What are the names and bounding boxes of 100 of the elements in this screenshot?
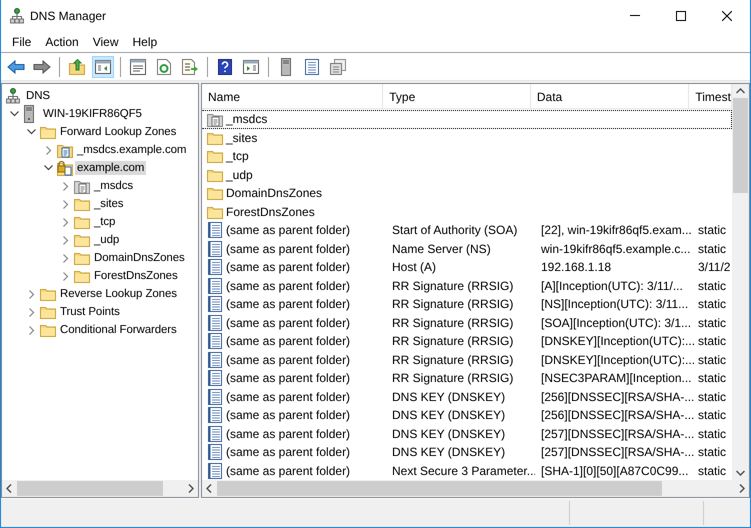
folder-icon: [74, 233, 90, 247]
scroll-down-icon[interactable]: [736, 470, 745, 476]
expand-chevron-icon[interactable]: [46, 146, 52, 154]
tree-item[interactable]: _msdcs: [92, 179, 136, 193]
table-cell[interactable]: (same as parent folder): [226, 390, 350, 404]
table-cell: RR Signature (RRSIG): [392, 278, 514, 293]
expand-chevron-icon[interactable]: [28, 290, 34, 298]
tree-item[interactable]: Forward Lookup Zones: [58, 125, 178, 139]
scroll-up-icon[interactable]: [736, 88, 745, 94]
table-cell: static: [698, 464, 726, 478]
collapse-chevron-icon[interactable]: [27, 129, 36, 135]
expand-chevron-icon[interactable]: [62, 200, 68, 208]
folder-document-icon: [207, 111, 223, 128]
folder-icon: [74, 251, 90, 265]
tree-item[interactable]: _msdcs.example.com: [75, 143, 188, 157]
tree-item[interactable]: Trust Points: [58, 305, 122, 319]
table-cell: win-19kifr86qf5.example.c...: [541, 242, 690, 256]
table-cell: static: [698, 426, 726, 441]
table-cell[interactable]: _tcp: [226, 149, 249, 164]
tree-item[interactable]: DNS: [24, 89, 52, 103]
scrollbar-thumb[interactable]: [733, 98, 748, 193]
expand-chevron-icon[interactable]: [62, 218, 68, 226]
menu-item[interactable]: View: [86, 32, 126, 50]
expand-chevron-icon[interactable]: [28, 308, 34, 316]
menu-item[interactable]: Help: [126, 32, 164, 50]
table-cell[interactable]: _msdcs: [226, 112, 268, 126]
export-list-icon: [182, 58, 198, 74]
table-cell[interactable]: (same as parent folder): [226, 260, 350, 274]
table-cell[interactable]: (same as parent folder): [226, 334, 350, 348]
table-cell: 192.168.1.18: [541, 260, 612, 274]
menu-item[interactable]: File: [5, 32, 38, 50]
table-cell[interactable]: (same as parent folder): [226, 445, 350, 460]
table-cell[interactable]: (same as parent folder): [226, 464, 350, 478]
record-icon: [207, 370, 223, 386]
column-header[interactable]: Type: [383, 84, 531, 108]
table-cell[interactable]: (same as parent folder): [226, 316, 350, 330]
record-icon: [207, 462, 223, 479]
tree-item[interactable]: Conditional Forwarders: [58, 323, 179, 337]
table-cell[interactable]: DomainDnsZones: [226, 186, 322, 200]
table-cell[interactable]: _udp: [226, 168, 253, 182]
record-icon: [207, 352, 223, 368]
tree-item[interactable]: WIN-19KIFR86QF5: [41, 107, 144, 121]
expand-chevron-icon[interactable]: [62, 272, 68, 280]
table-cell[interactable]: (same as parent folder): [226, 278, 350, 293]
table-cell[interactable]: (same as parent folder): [226, 242, 350, 256]
table-cell[interactable]: (same as parent folder): [226, 297, 350, 312]
tree-item[interactable]: ForestDnsZones: [92, 269, 180, 283]
refresh-icon: [157, 58, 171, 74]
table-cell: [DNSKEY][Inception(UTC):...: [541, 352, 695, 367]
folder-icon: [207, 168, 223, 182]
table-cell: static: [698, 242, 726, 256]
table-cell[interactable]: (same as parent folder): [226, 408, 350, 422]
scrollbar-thumb[interactable]: [17, 481, 164, 496]
tree-item[interactable]: DomainDnsZones: [92, 251, 187, 265]
minimize-icon: [630, 15, 640, 16]
folder-document-icon: [57, 142, 73, 158]
tree-item[interactable]: _sites: [92, 197, 126, 211]
tree-item[interactable]: _udp: [92, 233, 122, 247]
record-icon: [207, 222, 223, 238]
column-header[interactable]: Name: [202, 84, 384, 108]
record-icon: [207, 296, 223, 312]
table-cell: 3/11/2: [698, 260, 730, 274]
table-cell[interactable]: (same as parent folder): [226, 426, 350, 441]
expand-chevron-icon[interactable]: [62, 236, 68, 244]
folder-document-icon: [74, 178, 90, 194]
table-cell[interactable]: (same as parent folder): [226, 352, 350, 367]
table-cell: [22], win-19kifr86qf5.exam...: [541, 223, 692, 238]
forward-arrow-icon: [33, 60, 51, 74]
menu-item[interactable]: Action: [38, 32, 86, 50]
table-cell[interactable]: ForestDnsZones: [226, 204, 315, 219]
table-cell[interactable]: _sites: [226, 130, 258, 145]
expand-chevron-icon[interactable]: [28, 326, 34, 334]
expand-chevron-icon[interactable]: [62, 182, 68, 190]
scrollbar-thumb[interactable]: [217, 481, 662, 496]
table-cell: [SHA-1][0][50][A87C0C99...: [541, 464, 688, 478]
scroll-right-icon[interactable]: [739, 484, 745, 493]
tree-item[interactable]: _tcp: [92, 215, 118, 229]
collapse-chevron-icon[interactable]: [44, 165, 53, 171]
tree-item[interactable]: Reverse Lookup Zones: [58, 287, 179, 301]
table-cell: DNS KEY (DNSKEY): [392, 426, 506, 441]
table-cell[interactable]: (same as parent folder): [226, 223, 350, 238]
scroll-left-icon[interactable]: [6, 484, 12, 493]
table-cell: static: [698, 390, 726, 404]
tree-item[interactable]: example.com: [75, 161, 146, 175]
scroll-right-icon[interactable]: [188, 484, 194, 493]
scroll-left-icon[interactable]: [206, 484, 212, 493]
table-cell[interactable]: (same as parent folder): [226, 371, 350, 386]
table-cell: static: [698, 316, 726, 330]
folder-icon: [40, 305, 56, 319]
folder-icon: [40, 287, 56, 301]
table-cell: static: [698, 334, 726, 348]
help-icon: [218, 58, 232, 74]
folder-icon: [74, 215, 90, 229]
expand-chevron-icon[interactable]: [62, 254, 68, 262]
toolbar-button[interactable]: [92, 56, 114, 78]
folder-icon: [74, 269, 90, 283]
collapse-chevron-icon[interactable]: [10, 111, 19, 117]
folder-icon: [207, 130, 223, 145]
column-header[interactable]: Data: [530, 84, 690, 108]
table-cell: [257][DNSSEC][RSA/SHA-...: [541, 426, 694, 441]
